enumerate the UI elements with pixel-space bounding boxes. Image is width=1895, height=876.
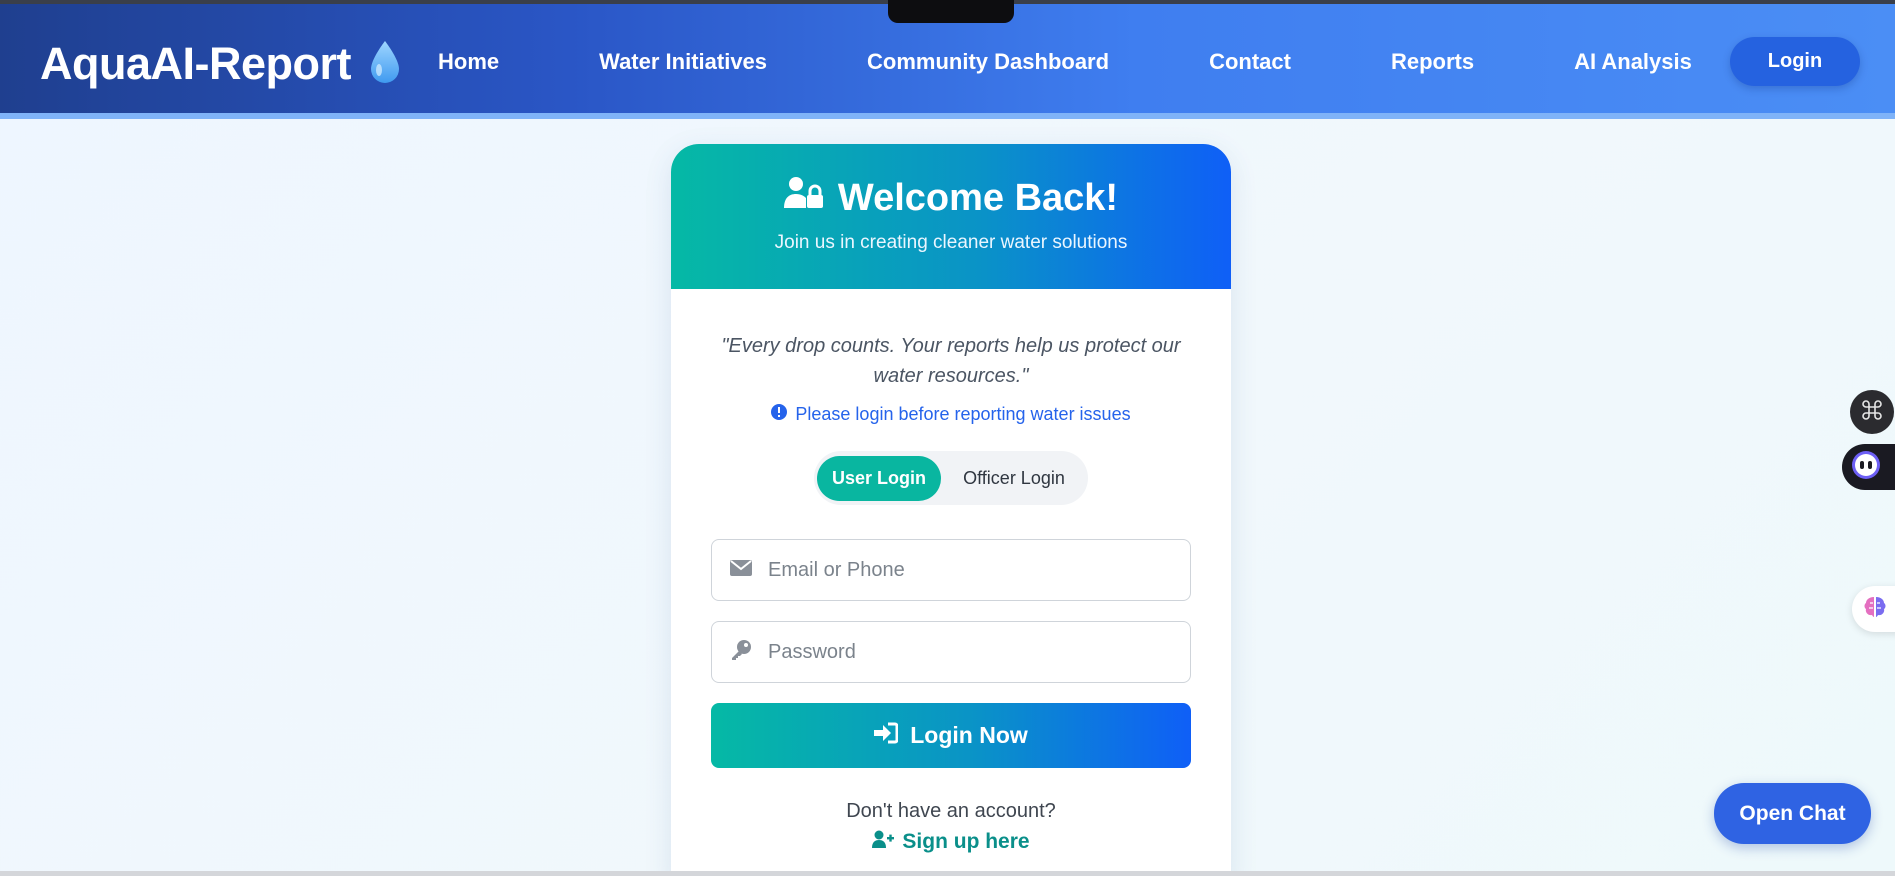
nav-link-reports[interactable]: Reports	[1391, 49, 1474, 75]
login-now-label: Login Now	[910, 722, 1028, 748]
nav-link-contact[interactable]: Contact	[1209, 49, 1291, 75]
login-notice: Please login before reporting water issu…	[671, 404, 1231, 425]
nav-link-home[interactable]: Home	[438, 49, 499, 75]
envelope-icon	[730, 559, 752, 581]
email-input[interactable]	[768, 558, 1168, 582]
nav-link-community-dashboard[interactable]: Community Dashboard	[867, 49, 1109, 75]
signup-link[interactable]: Sign up here	[671, 830, 1231, 854]
assistant-bot-button[interactable]	[1842, 444, 1895, 490]
user-lock-icon	[783, 176, 824, 220]
open-chat-button[interactable]: Open Chat	[1714, 783, 1871, 844]
bot-face-icon	[1851, 450, 1881, 485]
password-input[interactable]	[768, 640, 1168, 664]
nav-link-ai-analysis[interactable]: AI Analysis	[1574, 49, 1692, 75]
camera-notch	[888, 0, 1014, 23]
no-account-text: Don't have an account?	[846, 800, 1056, 822]
login-card: Welcome Back! Join us in creating cleane…	[671, 144, 1231, 876]
login-notice-text: Please login before reporting water issu…	[795, 404, 1131, 424]
brand-name[interactable]: AquaAI-Report	[40, 38, 351, 90]
card-title: Welcome Back!	[837, 176, 1119, 219]
key-icon	[730, 639, 752, 666]
nav-login-button[interactable]: Login	[1730, 37, 1860, 86]
sign-in-icon	[874, 722, 899, 750]
signup-label[interactable]: Sign up here	[902, 830, 1029, 854]
command-icon	[1862, 399, 1882, 425]
brand[interactable]: AquaAI-Report	[40, 38, 401, 90]
ai-brain-button[interactable]	[1852, 586, 1895, 632]
window-bottom-border	[0, 871, 1895, 876]
officer-login-tab[interactable]: Officer Login	[941, 456, 1087, 501]
brain-icon	[1862, 594, 1888, 625]
nav-links: Home Water Initiatives Community Dashboa…	[438, 49, 1692, 75]
login-type-toggle: User Login Officer Login	[814, 451, 1088, 505]
card-title-row: Welcome Back!	[671, 176, 1231, 220]
motivational-quote: "Every drop counts. Your reports help us…	[721, 335, 1181, 387]
card-subtitle: Join us in creating cleaner water soluti…	[774, 232, 1128, 253]
login-now-button[interactable]: Login Now	[711, 703, 1191, 768]
water-drop-icon	[369, 39, 401, 90]
password-field[interactable]	[711, 621, 1191, 683]
user-login-tab[interactable]: User Login	[817, 455, 941, 501]
info-circle-icon	[771, 404, 788, 425]
card-header: Welcome Back! Join us in creating cleane…	[671, 144, 1231, 289]
nav-link-water-initiatives[interactable]: Water Initiatives	[599, 49, 767, 75]
user-plus-icon	[872, 830, 895, 854]
email-field[interactable]	[711, 539, 1191, 601]
command-shortcut-button[interactable]	[1850, 390, 1894, 434]
